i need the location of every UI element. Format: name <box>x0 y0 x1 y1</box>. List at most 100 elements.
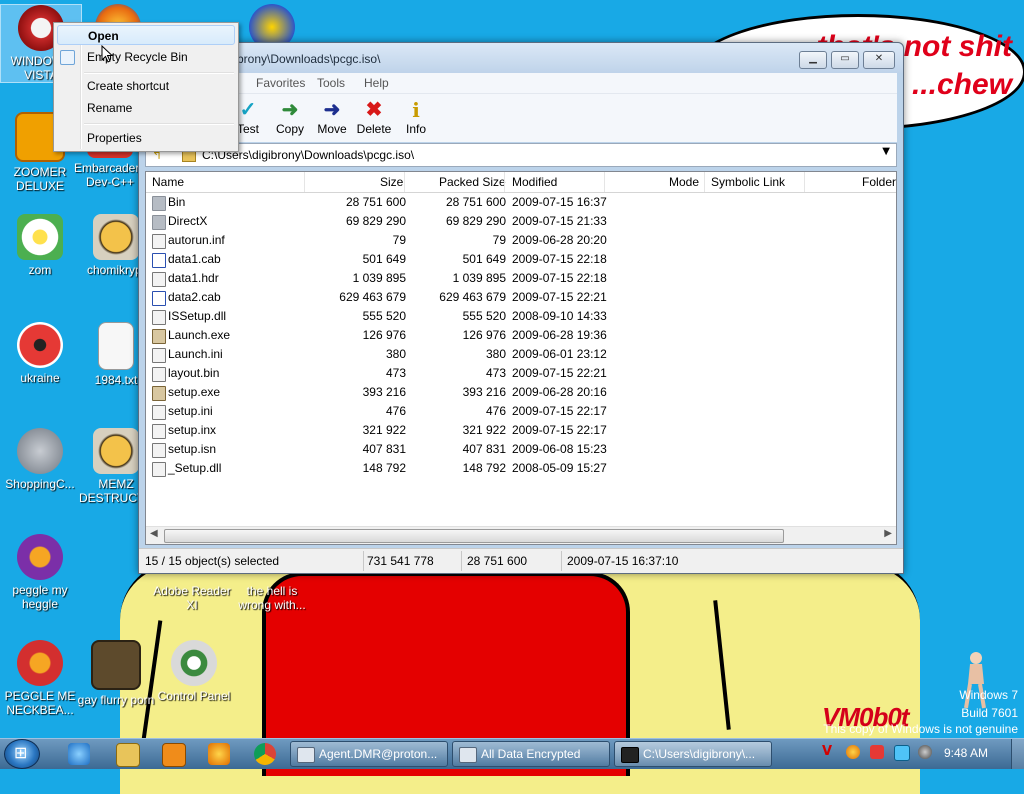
column-name[interactable]: Name <box>152 175 184 189</box>
menu-tools[interactable]: Tools <box>317 76 345 90</box>
taskbar-task-7zip[interactable]: C:\Users\digibrony\... <box>614 741 772 767</box>
task-label: C:\Users\digibrony\... <box>643 747 756 761</box>
cell-name: setup.inx <box>168 423 217 437</box>
cell-modified: 2009-07-15 21:33 <box>512 214 607 228</box>
file-icon <box>152 405 166 420</box>
paint-app-icon[interactable] <box>208 743 230 765</box>
column-size[interactable]: Size <box>380 175 403 189</box>
table-row[interactable]: setup.isn 407 831 407 831 2009-06-08 15:23 <box>146 440 896 459</box>
table-row[interactable]: DirectX 69 829 290 69 829 290 2009-07-15 21… <box>146 212 896 231</box>
scroll-right-icon[interactable]: ▶ <box>884 528 892 539</box>
cell-modified: 2009-07-15 22:17 <box>512 423 607 437</box>
menu-favorites[interactable]: Favorites <box>256 76 305 90</box>
cell-packed-size: 473 <box>485 366 506 380</box>
cell-modified: 2008-09-10 14:33 <box>512 309 607 323</box>
table-row[interactable]: setup.exe 393 216 393 216 2009-06-28 20:16 <box>146 383 896 402</box>
lock-app-icon <box>93 428 139 474</box>
chrome-icon[interactable] <box>254 743 276 765</box>
table-row[interactable]: layout.bin 473 473 2009-07-15 22:21 <box>146 364 896 383</box>
move-button[interactable]: ➜ Move <box>311 98 353 136</box>
menu-item-properties[interactable]: Properties <box>57 128 235 148</box>
column-folder[interactable]: Folder <box>862 175 896 189</box>
file-manager-window[interactable]: ...brony\Downloads\pcgc.iso\ ▁ ▭ ✕ Favor… <box>138 42 904 574</box>
desktop-icon-gay-flurry[interactable]: gay flurry porn <box>76 640 156 707</box>
desktop-icon-peggle-neckbeard[interactable]: PEGGLE ME NECKBEA... <box>0 640 80 717</box>
menu-item-open[interactable]: Open <box>57 25 235 45</box>
address-bar[interactable]: ↰ C:\Users\digibrony\Downloads\pcgc.iso\… <box>145 143 897 167</box>
menu-item-create-shortcut[interactable]: Create shortcut <box>57 76 235 96</box>
info-button[interactable]: i Info <box>395 98 437 136</box>
table-row[interactable]: Bin 28 751 600 28 751 600 2009-07-15 16:37 <box>146 193 896 212</box>
network-tray-icon[interactable] <box>894 745 910 761</box>
media-player-icon[interactable] <box>162 743 186 767</box>
desktop-icon-label: ukraine <box>20 371 60 385</box>
horizontal-scrollbar[interactable]: ◀ ▶ <box>146 526 896 544</box>
window-titlebar[interactable]: ...brony\Downloads\pcgc.iso\ ▁ ▭ ✕ <box>139 43 903 73</box>
chevron-down-icon[interactable]: ▼ <box>882 146 890 157</box>
delete-button[interactable]: ✖ Delete <box>353 98 395 136</box>
table-row[interactable]: data1.cab 501 649 501 649 2009-07-15 22:18 <box>146 250 896 269</box>
toolbar-label: Copy <box>275 122 304 136</box>
desktop-icon-label: peggle my heggle <box>12 583 68 611</box>
desktop-icon-ukraine[interactable]: ukraine <box>0 322 80 385</box>
search-tray-icon[interactable] <box>846 745 860 759</box>
table-row[interactable]: Launch.exe 126 976 126 976 2009-06-28 19:36 <box>146 326 896 345</box>
column-symbolic-link[interactable]: Symbolic Link <box>711 175 785 189</box>
cell-name: autorun.inf <box>168 233 225 247</box>
cell-size: 1 039 895 <box>352 271 406 285</box>
table-row[interactable]: setup.ini 476 476 2009-07-15 22:17 <box>146 402 896 421</box>
file-icon <box>152 234 166 249</box>
status-selected: 15 / 15 object(s) selected <box>145 554 280 568</box>
file-icon <box>152 462 166 477</box>
table-row[interactable]: ISSetup.dll 555 520 555 520 2008-09-10 14:3… <box>146 307 896 326</box>
copy-arrow-icon: ➜ <box>281 99 299 121</box>
taskbar-task-all-data-encrypted[interactable]: All Data Encrypted <box>452 741 610 767</box>
exe-icon <box>152 386 166 401</box>
cell-modified: 2009-07-15 22:21 <box>512 290 607 304</box>
context-menu: Open Empty Recycle Bin Create shortcut R… <box>53 22 239 152</box>
flower-icon <box>17 214 63 260</box>
flag-tray-icon[interactable] <box>870 745 884 759</box>
close-button[interactable]: ✕ <box>863 51 895 69</box>
column-modified[interactable]: Modified <box>512 175 557 189</box>
column-mode[interactable]: Mode <box>669 175 699 189</box>
internet-explorer-icon[interactable] <box>68 743 90 765</box>
table-row[interactable]: data2.cab 629 463 679 629 463 679 2009-07-1… <box>146 288 896 307</box>
desktop-icon-adobe-reader[interactable]: Adobe Reader XI <box>152 584 232 612</box>
show-desktop-button[interactable] <box>1011 739 1024 769</box>
desktop-icon-label: Adobe Reader XI <box>153 584 231 612</box>
desktop-icon-zom[interactable]: zom <box>0 214 80 277</box>
maximize-button[interactable]: ▭ <box>831 51 859 69</box>
desktop-icon-shopping[interactable]: ShoppingC... <box>0 428 80 491</box>
clock[interactable]: 9:48 AM <box>944 746 988 760</box>
explorer-folder-icon[interactable] <box>116 743 140 767</box>
desktop-icon-hell-is-wrong[interactable]: the hell is wrong with... <box>232 584 312 612</box>
taskbar-task-agent[interactable]: Agent.DMR@proton... <box>290 741 448 767</box>
table-row[interactable]: data1.hdr 1 039 895 1 039 895 2009-07-15 22… <box>146 269 896 288</box>
desktop-icon-control-panel[interactable]: Control Panel <box>154 640 234 703</box>
antivirus-tray-icon[interactable]: V <box>822 745 836 759</box>
file-list[interactable]: Name Size Packed Size Modified Mode Symb… <box>145 171 897 545</box>
cell-name: data2.cab <box>168 290 221 304</box>
toolbar: ✓ Test ➜ Copy ➜ Move ✖ Delete i Info <box>145 93 897 142</box>
text-file-icon <box>98 322 134 370</box>
menu-item-empty-recycle-bin[interactable]: Empty Recycle Bin <box>57 47 235 67</box>
scroll-left-icon[interactable]: ◀ <box>150 528 158 539</box>
cell-packed-size: 1 039 895 <box>452 271 506 285</box>
start-button[interactable] <box>4 739 40 769</box>
desktop-icon-peggle-my-heggle[interactable]: peggle my heggle <box>0 534 80 611</box>
copy-button[interactable]: ➜ Copy <box>269 98 311 136</box>
delete-x-icon: ✖ <box>365 99 383 121</box>
cell-modified: 2009-07-15 16:37 <box>512 195 607 209</box>
table-row[interactable]: _Setup.dll 148 792 148 792 2008-05-09 15:27 <box>146 459 896 478</box>
scrollbar-thumb[interactable] <box>164 529 784 543</box>
table-row[interactable]: autorun.inf 79 79 2009-06-28 20:20 <box>146 231 896 250</box>
menu-help[interactable]: Help <box>364 76 389 90</box>
volume-tray-icon[interactable] <box>918 745 932 759</box>
column-packed-size[interactable]: Packed Size <box>439 175 506 189</box>
menu-item-rename[interactable]: Rename <box>57 98 235 118</box>
minimize-button[interactable]: ▁ <box>799 51 827 69</box>
table-row[interactable]: Launch.ini 380 380 2009-06-01 23:12 <box>146 345 896 364</box>
file-list-header: Name Size Packed Size Modified Mode Symb… <box>146 172 896 193</box>
table-row[interactable]: setup.inx 321 922 321 922 2009-07-15 22:17 <box>146 421 896 440</box>
